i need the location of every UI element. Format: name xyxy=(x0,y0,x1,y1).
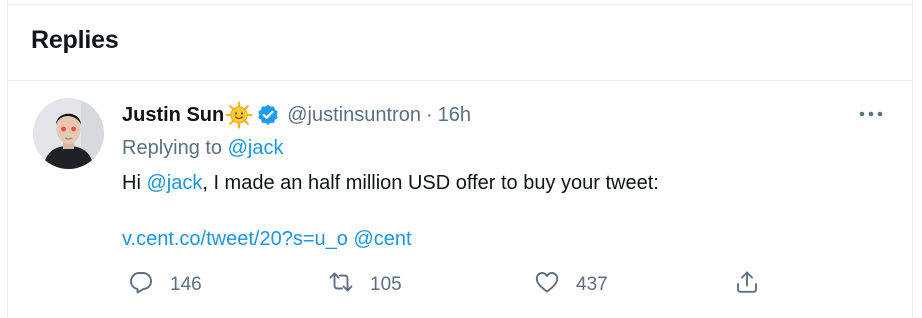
tweet-timestamp[interactable]: 16h xyxy=(438,104,471,127)
tweet-text-start: Hi xyxy=(122,172,147,194)
like-count: 437 xyxy=(576,274,608,295)
tweet-text-rest: , I made an half million USD offer to bu… xyxy=(202,172,659,194)
tweet-link[interactable]: v.cent.co/tweet/20?s=u_o @cent xyxy=(122,228,412,251)
author-name[interactable]: Justin Sun xyxy=(122,104,224,127)
share-button[interactable] xyxy=(734,270,760,300)
reply-icon xyxy=(128,269,154,301)
replying-to: Replying to @jack xyxy=(122,137,284,160)
retweet-button[interactable]: 105 xyxy=(328,270,402,300)
like-button[interactable]: 437 xyxy=(534,270,608,300)
section-title: Replies xyxy=(31,26,119,54)
retweet-count: 105 xyxy=(370,274,402,295)
reply-count: 146 xyxy=(170,274,202,295)
tweet-text: Hi @jack, I made an half million USD off… xyxy=(122,172,659,195)
tweet-header: Justin Sun @justinsuntron · 16h xyxy=(122,100,471,130)
tweet-mention[interactable]: @jack xyxy=(146,172,202,194)
replying-to-mention[interactable]: @jack xyxy=(228,137,284,159)
header-separator: · xyxy=(425,103,433,126)
replies-panel: Replies Justin Sun @justinsuntron · 16h … xyxy=(7,0,913,318)
verified-badge-icon xyxy=(256,103,280,127)
like-icon xyxy=(534,269,560,301)
avatar[interactable] xyxy=(33,98,104,169)
more-icon[interactable] xyxy=(856,104,886,124)
top-divider xyxy=(8,4,912,5)
tweet-actions: 146 105 437 xyxy=(122,270,822,300)
sun-emoji-icon xyxy=(225,101,253,129)
reply-button[interactable]: 146 xyxy=(128,270,202,300)
author-handle[interactable]: @justinsuntron xyxy=(287,104,421,127)
share-icon xyxy=(734,269,760,301)
retweet-icon xyxy=(328,269,354,301)
section-divider xyxy=(8,80,912,81)
replying-prefix: Replying to xyxy=(122,137,228,159)
